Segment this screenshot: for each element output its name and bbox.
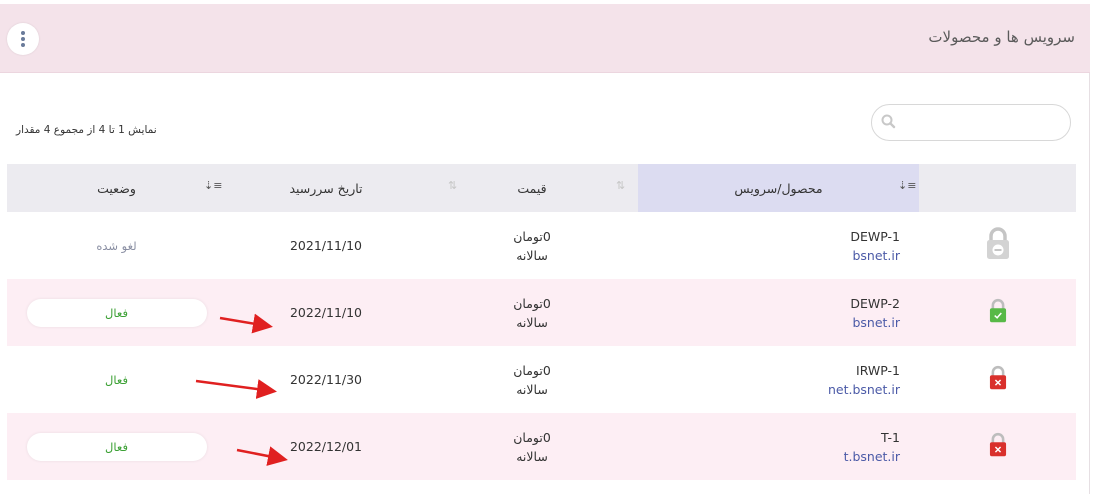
- column-header-product[interactable]: ⇣≡ محصول/سرویس: [638, 164, 919, 212]
- lock-cell: [919, 212, 1076, 279]
- product-name: IRWP-1: [856, 362, 900, 378]
- table-row[interactable]: فعال 2022/12/01 0تومان سالانه T-1 t.bsnet.ir: [7, 413, 1076, 480]
- price-amount: 0تومان: [513, 228, 551, 244]
- billing-cycle: سالانه: [516, 381, 548, 397]
- lock-error-icon: [989, 365, 1006, 389]
- due-date-cell: 2022/11/30: [289, 372, 363, 387]
- lock-error-icon: [989, 432, 1006, 456]
- status-badge: لغو شده: [96, 239, 137, 253]
- product-domain-link[interactable]: bsnet.ir: [638, 313, 900, 332]
- search-icon: [881, 114, 896, 129]
- due-date-cell: 2022/12/01: [289, 439, 363, 454]
- sort-icon: ⇅: [616, 179, 626, 192]
- lock-cell: [919, 279, 1076, 346]
- price-cell: 0تومان سالانه: [426, 212, 638, 279]
- page-title: سرویس ها و محصولات: [928, 28, 1075, 46]
- dot-icon: [21, 37, 25, 41]
- status-badge: فعال: [26, 298, 207, 327]
- sort-desc-icon: ⇣≡: [204, 179, 223, 192]
- billing-cycle: سالانه: [516, 448, 548, 464]
- product-name: DEWP-1: [850, 228, 900, 244]
- status-cell: فعال: [7, 279, 226, 346]
- column-header-lock: [919, 164, 1076, 212]
- product-cell: DEWP-1 bsnet.ir: [638, 212, 919, 279]
- product-domain-link[interactable]: net.bsnet.ir: [638, 380, 900, 399]
- search-input[interactable]: [902, 111, 1062, 135]
- status-badge: فعال: [105, 373, 128, 387]
- table-row[interactable]: فعال 2022/11/30 0تومان سالانه IRWP-1 net.bsne…: [7, 346, 1076, 413]
- status-badge: فعال: [26, 432, 207, 461]
- result-count: نمایش 1 تا 4 از مجموع 4 مقدار: [16, 124, 157, 136]
- product-name: T-1: [881, 429, 900, 445]
- price-amount: 0تومان: [513, 429, 551, 445]
- table-row[interactable]: فعال 2022/11/10 0تومان سالانه DEWP-2 bsnet.ir: [7, 279, 1076, 346]
- status-cell: لغو شده: [7, 212, 226, 279]
- product-domain-link[interactable]: t.bsnet.ir: [638, 447, 900, 466]
- status-cell: فعال: [7, 413, 226, 480]
- billing-cycle: سالانه: [516, 247, 548, 263]
- product-domain-link[interactable]: bsnet.ir: [638, 246, 900, 265]
- column-header-price[interactable]: ⇅ قیمت: [426, 164, 638, 212]
- product-cell: IRWP-1 net.bsnet.ir: [638, 346, 919, 413]
- panel-header: سرویس ها و محصولات: [0, 4, 1090, 73]
- product-cell: T-1 t.bsnet.ir: [638, 413, 919, 480]
- lock-cell: [919, 413, 1076, 480]
- price-amount: 0تومان: [513, 295, 551, 311]
- services-table: ⇣≡ وضعیت ⇅ تاریخ سررسید ⇅ قیمت ⇣≡ محصول/…: [7, 164, 1076, 480]
- table-row[interactable]: لغو شده 2021/11/10 0تومان سالانه DEWP-1 bsnet…: [7, 212, 1076, 279]
- lock-cell: [919, 346, 1076, 413]
- price-cell: 0تومان سالانه: [426, 413, 638, 480]
- dot-icon: [21, 31, 25, 35]
- price-cell: 0تومان سالانه: [426, 346, 638, 413]
- product-name: DEWP-2: [850, 295, 900, 311]
- status-cell: فعال: [7, 346, 226, 413]
- more-options-button[interactable]: [7, 23, 39, 55]
- table-header-row: ⇣≡ وضعیت ⇅ تاریخ سررسید ⇅ قیمت ⇣≡ محصول/…: [7, 164, 1076, 212]
- price-amount: 0تومان: [513, 362, 551, 378]
- due-date-cell: 2021/11/10: [289, 238, 363, 253]
- column-header-status[interactable]: ⇣≡ وضعیت: [7, 164, 226, 212]
- sort-desc-icon: ⇣≡: [898, 179, 917, 192]
- price-cell: 0تومان سالانه: [426, 279, 638, 346]
- column-header-due-date[interactable]: ⇅ تاریخ سررسید: [226, 164, 457, 212]
- lock-check-icon: [989, 298, 1006, 322]
- lock-cancelled-icon: [986, 227, 1009, 259]
- dot-icon: [21, 43, 25, 47]
- product-cell: DEWP-2 bsnet.ir: [638, 279, 919, 346]
- billing-cycle: سالانه: [516, 314, 548, 330]
- search-box[interactable]: [871, 104, 1071, 141]
- due-date-cell: 2022/11/10: [289, 305, 363, 320]
